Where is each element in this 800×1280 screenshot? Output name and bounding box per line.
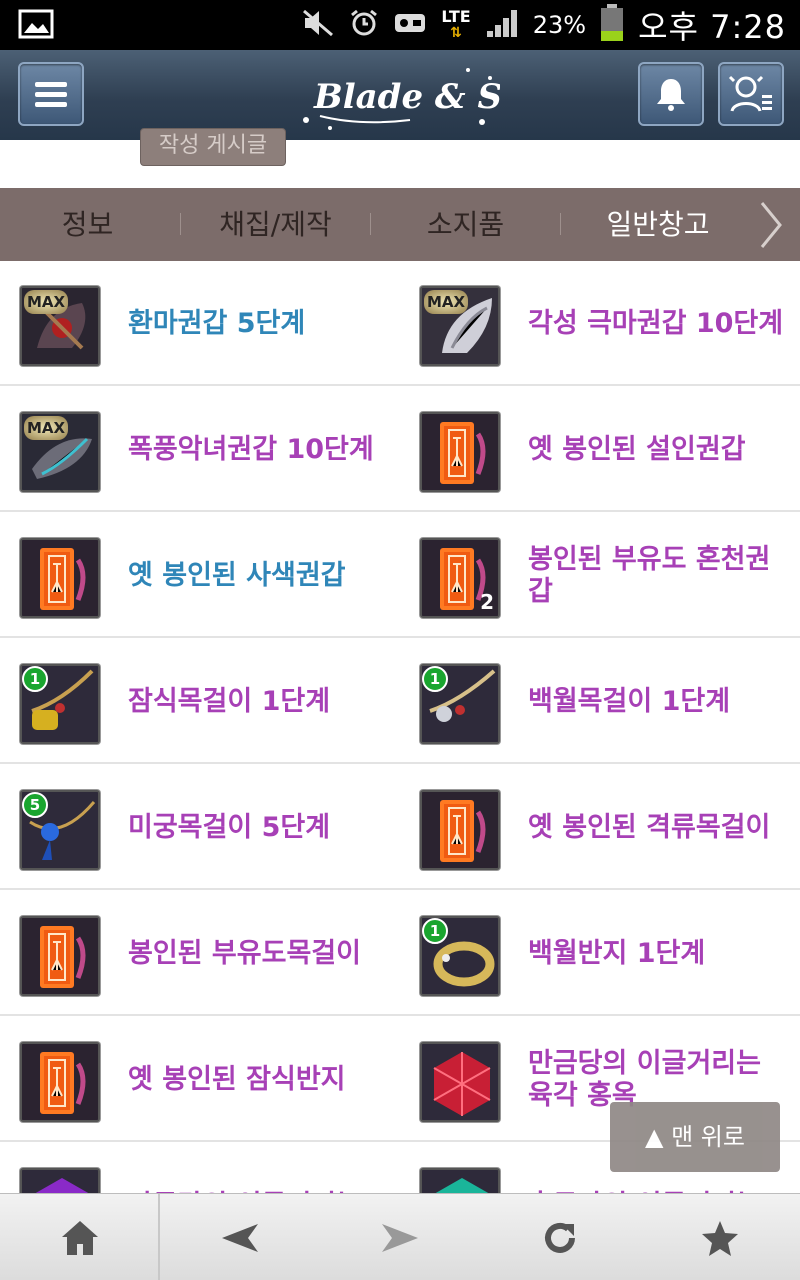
item-name[interactable]: 환마권갑 5단계 [128,261,394,386]
ring-gold-icon: 1 [420,916,500,996]
refresh-icon [545,1222,575,1253]
item-cell[interactable]: 2 봉인된 부유도 혼천권갑 [400,513,800,638]
gauntlet-dark-icon: MAX [20,412,100,492]
item-cell[interactable]: 1 백월목걸이 1단계 [400,639,800,764]
item-count: 2 [480,590,494,614]
max-badge: MAX [424,290,469,314]
item-cell[interactable]: MAX 폭풍악녀권갑 10단계 [0,387,400,512]
user-menu-button[interactable] [718,62,784,126]
browser-bottom-bar [0,1193,800,1280]
bookmark-button[interactable] [640,1194,800,1280]
item-cell[interactable]: 옛 봉인된 설인권갑 [400,387,800,512]
status-bar: LTE ⇅ 23% 오후 7:28 [0,0,800,50]
tab-divider [180,213,181,235]
tab-inventory[interactable]: 소지품 [373,188,558,261]
item-cell[interactable]: 5 미궁목걸이 5단계 [0,765,400,890]
tab-warehouse[interactable]: 일반창고 [563,188,753,261]
menu-button[interactable] [18,62,84,126]
level-badge: 1 [422,666,448,692]
item-cell[interactable]: MAX 각성 극마권갑 10단계 [400,261,800,386]
item-name[interactable]: 백월목걸이 1단계 [528,639,794,764]
signal-icon [485,7,519,43]
battery-icon [600,4,624,46]
refresh-button[interactable] [480,1194,640,1280]
character-icon [728,75,772,112]
home-button[interactable] [0,1194,160,1280]
sealed-talisman-icon [20,538,100,618]
sealed-talisman-icon [420,790,500,870]
item-name[interactable]: 백월반지 1단계 [528,891,794,1016]
app-header: Blade & Soul [0,50,800,140]
item-cell[interactable]: 1 잠식목걸이 1단계 [0,639,400,764]
level-badge: 5 [22,792,48,818]
item-name[interactable]: 옛 봉인된 설인권갑 [528,387,794,512]
sealed-talisman-icon [20,916,100,996]
battery-percent: 23% [532,11,587,39]
necklace-blue-icon: 5 [20,790,100,870]
item-name[interactable]: 옛 봉인된 잠식반지 [128,1017,394,1142]
item-row: 5 미궁목걸이 5단계 옛 봉인된 격류목걸이 [0,765,800,890]
tab-scroll-right-button[interactable] [758,200,784,254]
clock: 오후 7:28 [638,8,786,46]
item-cell[interactable]: 옛 봉인된 잠식반지 [0,1017,400,1142]
forward-button[interactable] [320,1194,480,1280]
item-cell[interactable]: 봉인된 부유도목걸이 [0,891,400,1016]
item-cell[interactable]: 1 백월반지 1단계 [400,891,800,1016]
chevron-right-icon [760,202,782,248]
forward-arrow-icon [382,1223,418,1252]
bell-icon [657,79,685,111]
item-row: 1 잠식목걸이 1단계 1 백월목걸이 1단계 [0,639,800,764]
gauntlet-red-icon: MAX [20,286,100,366]
tab-bar: 정보 채집/제작 소지품 일반창고 [0,188,800,261]
level-badge: 1 [22,666,48,692]
mute-icon [301,8,335,42]
tab-divider [560,213,561,235]
item-name[interactable]: 잠식목걸이 1단계 [128,639,394,764]
back-arrow-icon [222,1223,258,1252]
necklace-gold-icon: 1 [20,664,100,744]
item-row: 봉인된 부유도목걸이 1 백월반지 1단계 [0,891,800,1016]
alarm-icon [349,8,379,42]
max-badge: MAX [24,416,69,440]
item-cell[interactable]: 옛 봉인된 격류목걸이 [400,765,800,890]
bookmark-star-icon [702,1220,738,1256]
app-screen: LTE ⇅ 23% 오후 7:28 Blade & Soul [0,0,800,1280]
max-badge: MAX [24,290,69,314]
level-badge: 1 [422,918,448,944]
item-row: MAX 환마권갑 5단계 MAX 각성 극마권갑 10단계 [0,261,800,386]
blade-and-soul-logo[interactable]: Blade & Soul [300,58,500,136]
item-name[interactable]: 옛 봉인된 격류목걸이 [528,765,794,890]
tab-info[interactable]: 정보 [0,188,175,261]
game-controller-icon [393,8,427,42]
item-name[interactable]: 각성 극마권갑 10단계 [528,261,794,386]
my-posts-button[interactable]: 작성 게시글 [140,128,286,166]
svg-text:Blade & Soul: Blade & Soul [313,77,500,117]
item-row: 옛 봉인된 사색권갑 2 봉인된 부유도 혼천권갑 [0,513,800,638]
image-notification-icon [18,9,54,43]
sealed-talisman-icon [20,1042,100,1122]
item-cell[interactable]: 옛 봉인된 사색권갑 [0,513,400,638]
network-indicator: LTE ⇅ [441,7,471,42]
item-name[interactable]: 미궁목걸이 5단계 [128,765,394,890]
sealed-talisman-icon: 2 [420,538,500,618]
item-name[interactable]: 봉인된 부유도 혼천권갑 [528,513,794,638]
item-name[interactable]: 봉인된 부유도목걸이 [128,891,394,1016]
back-button[interactable] [160,1194,320,1280]
item-name[interactable]: 폭풍악녀권갑 10단계 [128,387,394,512]
item-row: MAX 폭풍악녀권갑 10단계 옛 봉인된 설인권갑 [0,387,800,512]
tab-gathering-crafting[interactable]: 채집/제작 [183,188,368,261]
item-name[interactable]: 옛 봉인된 사색권갑 [128,513,394,638]
notification-button[interactable] [638,62,704,126]
sealed-talisman-icon [420,412,500,492]
gauntlet-white-icon: MAX [420,286,500,366]
tab-divider [370,213,371,235]
gem-red-icon [420,1042,500,1122]
necklace-silver-icon: 1 [420,664,500,744]
back-to-top-button[interactable]: ▲ 맨 위로 [610,1102,780,1172]
hamburger-icon [35,82,67,107]
home-icon [62,1220,98,1255]
item-cell[interactable]: MAX 환마권갑 5단계 [0,261,400,386]
